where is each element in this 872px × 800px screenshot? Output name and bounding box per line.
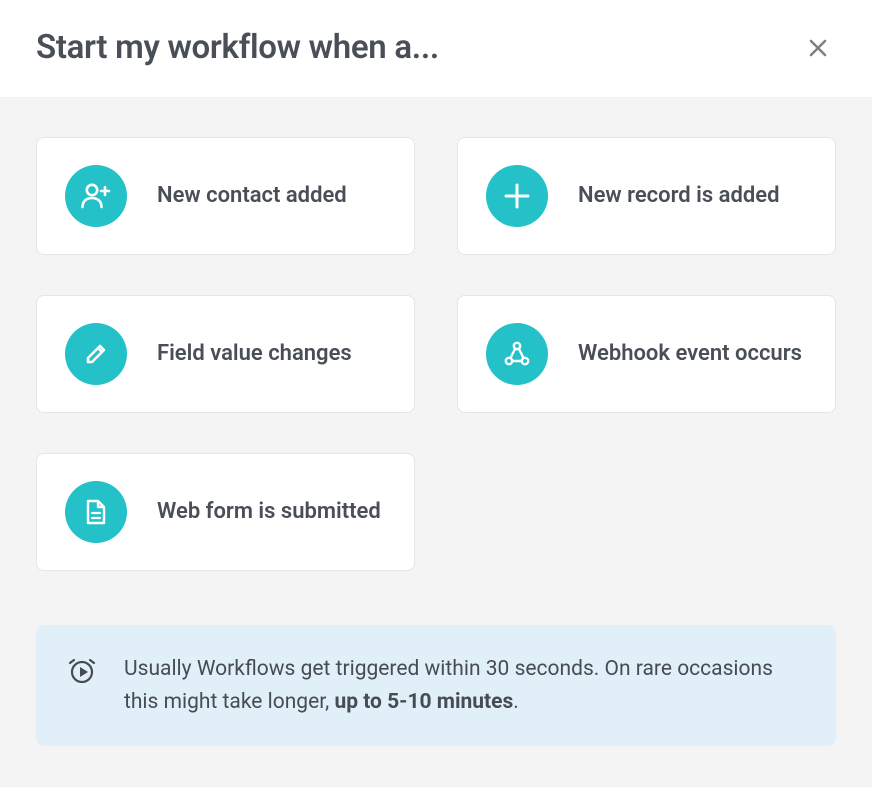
close-icon bbox=[806, 36, 830, 60]
plus-icon bbox=[486, 165, 548, 227]
info-banner: Usually Workflows get triggered within 3… bbox=[36, 625, 836, 746]
person-add-icon bbox=[65, 165, 127, 227]
close-button[interactable] bbox=[804, 34, 832, 62]
info-text: Usually Workflows get triggered within 3… bbox=[124, 653, 806, 718]
webhook-icon bbox=[486, 323, 548, 385]
modal-header: Start my workflow when a... bbox=[0, 0, 872, 97]
trigger-label: Webhook event occurs bbox=[578, 339, 802, 369]
trigger-label: Field value changes bbox=[157, 339, 352, 369]
trigger-new-record[interactable]: New record is added bbox=[457, 137, 836, 255]
trigger-label: New record is added bbox=[578, 181, 779, 211]
clock-icon bbox=[66, 655, 98, 691]
trigger-label: New contact added bbox=[157, 181, 347, 211]
trigger-web-form[interactable]: Web form is submitted bbox=[36, 453, 415, 571]
modal-body: New contact added New record is added Fi… bbox=[0, 97, 872, 787]
trigger-grid: New contact added New record is added Fi… bbox=[36, 137, 836, 571]
info-text-after: . bbox=[513, 690, 519, 714]
info-text-bold: up to 5-10 minutes bbox=[334, 690, 513, 714]
pencil-icon bbox=[65, 323, 127, 385]
trigger-label: Web form is submitted bbox=[157, 497, 381, 527]
trigger-webhook[interactable]: Webhook event occurs bbox=[457, 295, 836, 413]
trigger-new-contact[interactable]: New contact added bbox=[36, 137, 415, 255]
modal-title: Start my workflow when a... bbox=[36, 28, 439, 67]
trigger-field-change[interactable]: Field value changes bbox=[36, 295, 415, 413]
form-icon bbox=[65, 481, 127, 543]
